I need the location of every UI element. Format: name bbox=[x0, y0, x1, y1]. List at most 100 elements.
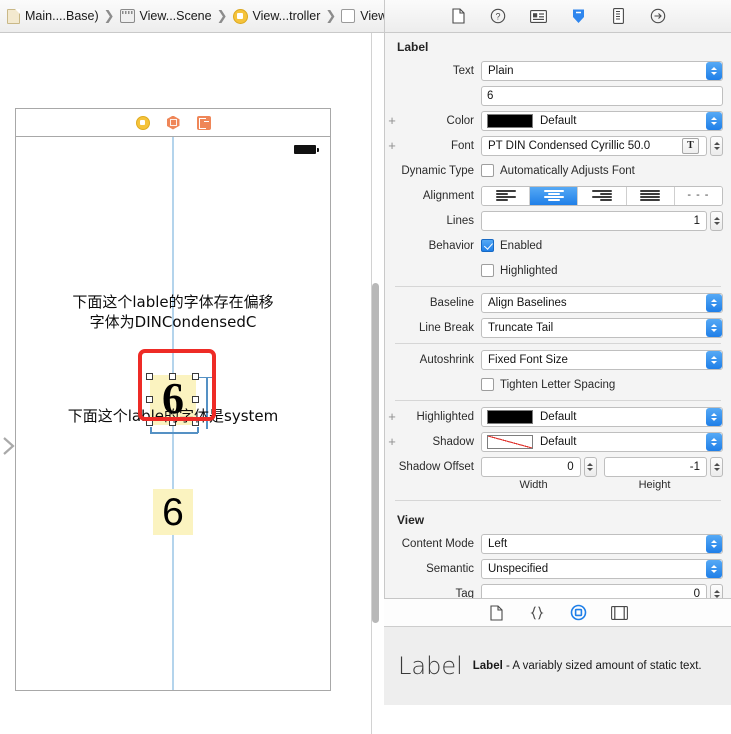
text-value-input[interactable]: 6 bbox=[481, 85, 723, 106]
alignment-segmented-control[interactable]: - - - bbox=[481, 185, 723, 206]
font-picker-icon[interactable]: T bbox=[682, 137, 699, 154]
auto-adjusts-font-checkbox[interactable] bbox=[481, 164, 494, 177]
lines-row: Lines 1 bbox=[385, 210, 731, 231]
align-natural-option[interactable]: - - - bbox=[674, 186, 722, 205]
dashes-icon: - - - bbox=[687, 189, 710, 201]
library-item-title: Label bbox=[472, 660, 503, 672]
shadow-offset-captions: Width Height bbox=[385, 479, 731, 491]
code-snippet-library-icon[interactable] bbox=[529, 604, 546, 621]
baseline-row: Baseline Align Baselines bbox=[385, 292, 731, 313]
highlighted-color-row: + Highlighted Default bbox=[385, 406, 731, 427]
editor-canvas[interactable]: 下面这个lable的字体存在偏移 字体为DINCondensedC 6 下面这个… bbox=[0, 33, 384, 734]
tag-input[interactable]: 0 bbox=[481, 583, 707, 599]
view-section-title: View bbox=[397, 513, 425, 527]
editor-inspector-divider[interactable] bbox=[371, 33, 372, 734]
align-left-option[interactable] bbox=[482, 186, 531, 205]
highlighted-color-select[interactable]: Default bbox=[481, 406, 723, 427]
add-font-variation-icon[interactable]: + bbox=[385, 139, 399, 152]
shadow-offset-height-value: -1 bbox=[689, 460, 701, 473]
constraint-tick-right[interactable] bbox=[197, 427, 199, 433]
canvas-vertical-scrollbar[interactable] bbox=[372, 283, 379, 623]
enabled-checkbox[interactable] bbox=[481, 239, 494, 252]
shadow-offset-width-input[interactable]: 0 bbox=[481, 456, 581, 477]
text-type-select[interactable]: Plain bbox=[481, 60, 723, 81]
attributes-inspector-content[interactable]: Label Text Plain 6 + Color Default + Fon… bbox=[385, 33, 731, 598]
highlighted-checkbox[interactable] bbox=[481, 264, 494, 277]
constraint-indicator-bottom[interactable] bbox=[150, 432, 198, 434]
first-responder-dock-icon[interactable] bbox=[166, 115, 180, 130]
font-field[interactable]: PT DIN Condensed Cyrillic 50.0 T bbox=[481, 135, 707, 156]
shadow-color-swatch[interactable] bbox=[487, 434, 533, 449]
highlighted-color-swatch[interactable] bbox=[487, 409, 533, 424]
view-icon bbox=[341, 9, 356, 23]
color-row: + Color Default bbox=[385, 110, 731, 131]
breadcrumb-separator-icon: ❯ bbox=[216, 8, 228, 23]
attributes-inspector-icon[interactable] bbox=[569, 7, 588, 26]
chevron-updown-icon bbox=[706, 534, 722, 553]
breadcrumb-item-view[interactable]: View bbox=[341, 9, 387, 23]
size-inspector-icon[interactable] bbox=[609, 7, 628, 26]
color-label: Color bbox=[446, 114, 474, 127]
font-stepper[interactable] bbox=[710, 135, 723, 156]
view-controller-dock-icon[interactable] bbox=[135, 115, 150, 130]
library-item-row[interactable]: Label Label - A variably sized amount of… bbox=[384, 627, 731, 705]
xcode-interface-builder-window: Main....Base) ❯ View...Scene ❯ View...tr… bbox=[0, 0, 731, 734]
annotation-box-canvas bbox=[138, 349, 216, 421]
tag-value: 0 bbox=[693, 587, 700, 599]
chevron-updown-icon bbox=[706, 407, 722, 426]
add-highlighted-variation-icon[interactable]: + bbox=[385, 410, 399, 423]
exit-dock-icon[interactable] bbox=[196, 115, 211, 130]
canvas-note-label-1[interactable]: 下面这个lable的字体存在偏移 字体为DINCondensedC bbox=[16, 293, 330, 333]
scene-icon bbox=[119, 9, 135, 23]
breadcrumb-item-storyboard[interactable]: Main....Base) bbox=[7, 8, 99, 24]
content-mode-label: Content Mode bbox=[401, 537, 474, 550]
breadcrumb-item-scene[interactable]: View...Scene bbox=[119, 9, 212, 23]
file-inspector-icon[interactable] bbox=[449, 7, 468, 26]
lines-input[interactable]: 1 bbox=[481, 210, 707, 231]
canvas-note-line-1: 下面这个lable的字体存在偏移 bbox=[72, 293, 274, 311]
shadow-offset-height-stepper[interactable] bbox=[710, 456, 724, 477]
align-center-option[interactable] bbox=[530, 186, 579, 205]
breadcrumb-separator-icon: ❯ bbox=[103, 8, 115, 23]
shadow-offset-width-stepper[interactable] bbox=[583, 456, 597, 477]
semantic-select[interactable]: Unspecified bbox=[481, 558, 723, 579]
baseline-value: Align Baselines bbox=[488, 296, 567, 309]
align-right-option[interactable] bbox=[578, 186, 627, 205]
chevron-updown-icon bbox=[706, 350, 722, 369]
lines-stepper[interactable] bbox=[710, 210, 723, 231]
constraint-tick-left[interactable] bbox=[150, 427, 152, 433]
shadow-offset-row: Shadow Offset 0 -1 bbox=[385, 456, 731, 477]
color-select[interactable]: Default bbox=[481, 110, 723, 131]
shadow-offset-label: Shadow Offset bbox=[398, 460, 474, 473]
shadow-width-caption: Width bbox=[519, 479, 548, 491]
color-value: Default bbox=[540, 114, 577, 127]
line-break-select[interactable]: Truncate Tail bbox=[481, 317, 723, 338]
highlighted-behavior-label: Highlighted bbox=[500, 264, 558, 277]
content-mode-select[interactable]: Left bbox=[481, 533, 723, 554]
media-library-icon[interactable] bbox=[610, 604, 628, 621]
tag-stepper[interactable] bbox=[710, 583, 723, 598]
add-color-variation-icon[interactable]: + bbox=[385, 114, 399, 127]
label-system-font[interactable]: 6 bbox=[153, 489, 193, 535]
shadow-offset-height-input[interactable]: -1 bbox=[603, 456, 708, 477]
autoshrink-select[interactable]: Fixed Font Size bbox=[481, 349, 723, 370]
file-template-library-icon[interactable] bbox=[488, 604, 505, 621]
tighten-letter-spacing-checkbox[interactable] bbox=[481, 378, 494, 391]
color-swatch[interactable] bbox=[487, 113, 533, 128]
align-justified-option[interactable] bbox=[626, 186, 675, 205]
font-row: + Font PT DIN Condensed Cyrillic 50.0 T bbox=[385, 135, 731, 156]
add-shadow-variation-icon[interactable]: + bbox=[385, 435, 399, 448]
breadcrumb-item-view-controller[interactable]: View...troller bbox=[232, 8, 320, 24]
identity-inspector-icon[interactable] bbox=[529, 7, 548, 26]
object-library-icon[interactable] bbox=[570, 604, 587, 621]
connections-inspector-icon[interactable] bbox=[649, 7, 668, 26]
shadow-color-select[interactable]: Default bbox=[481, 431, 723, 452]
inspector-tab-bar: ? bbox=[385, 0, 731, 33]
baseline-select[interactable]: Align Baselines bbox=[481, 292, 723, 313]
text-value: 6 bbox=[487, 89, 494, 102]
line-break-value: Truncate Tail bbox=[488, 321, 554, 334]
behavior-label: Behavior bbox=[428, 239, 474, 252]
autoshrink-label: Autoshrink bbox=[419, 353, 474, 366]
quick-help-icon[interactable]: ? bbox=[489, 7, 508, 26]
storyboard-document-icon bbox=[7, 8, 20, 24]
